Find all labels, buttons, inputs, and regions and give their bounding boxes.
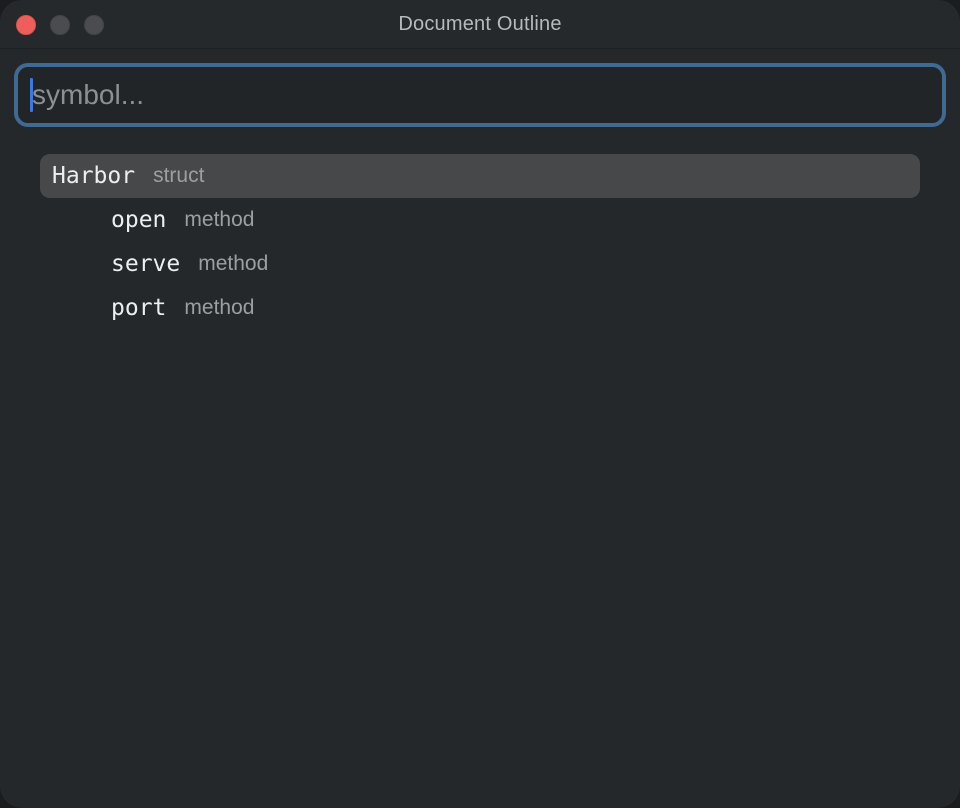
- outline-item-port[interactable]: port method: [40, 286, 920, 330]
- symbol-search-box[interactable]: [14, 63, 946, 127]
- symbol-name: port: [111, 295, 167, 321]
- symbol-kind: struct: [153, 164, 205, 187]
- symbol-outline-list: Harbor struct open method serve method p…: [40, 154, 920, 330]
- symbol-kind: method: [198, 252, 269, 275]
- symbol-kind: method: [184, 208, 255, 231]
- symbol-name: open: [111, 207, 167, 233]
- window-title: Document Outline: [398, 13, 562, 35]
- outline-item-open[interactable]: open method: [40, 198, 920, 242]
- symbol-kind: method: [184, 296, 255, 319]
- symbol-search-input[interactable]: [32, 67, 932, 123]
- symbol-name: Harbor: [52, 163, 136, 189]
- outline-item-harbor[interactable]: Harbor struct: [40, 154, 920, 198]
- symbol-name: serve: [111, 251, 181, 277]
- outline-item-serve[interactable]: serve method: [40, 242, 920, 286]
- title-bar: Document Outline: [0, 0, 960, 49]
- document-outline-window: Document Outline Harbor struct open meth…: [0, 0, 960, 808]
